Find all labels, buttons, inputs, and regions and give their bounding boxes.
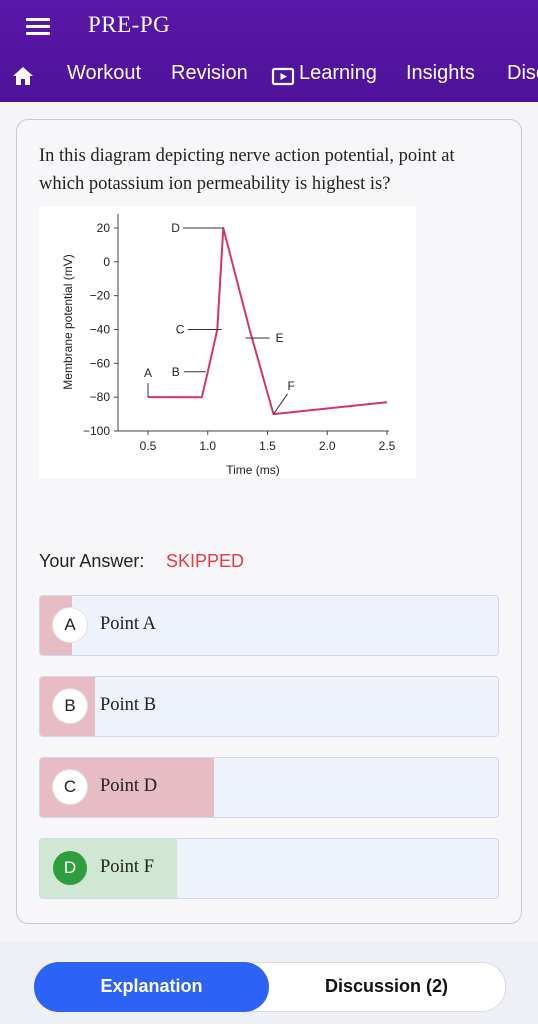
- y-tick-label: 20: [97, 221, 111, 235]
- y-tick-label: −60: [90, 356, 111, 370]
- point-b-label: B: [172, 365, 180, 379]
- nav-tabs: Workout Revision Learning Insights Disc: [0, 56, 538, 96]
- y-tick-label: −100: [83, 424, 110, 438]
- point-d-label: D: [171, 221, 180, 235]
- discussion-button[interactable]: Discussion (2): [269, 962, 504, 1010]
- point-f-leader: [273, 393, 288, 415]
- option-d[interactable]: D Point F: [39, 838, 499, 899]
- y-tick-label: −80: [90, 390, 111, 404]
- x-tick-label: 2.5: [379, 439, 396, 453]
- y-axis-label: Membrane potential (mV): [61, 254, 75, 389]
- your-answer-label: Your Answer:: [39, 551, 145, 571]
- explanation-button[interactable]: Explanation: [34, 962, 269, 1012]
- x-tick-label: 1.5: [259, 439, 276, 453]
- option-a-letter: A: [53, 608, 87, 642]
- play-box-icon: [271, 67, 295, 86]
- option-c-letter: C: [53, 770, 87, 804]
- option-d-letter: D: [53, 851, 87, 885]
- option-c[interactable]: C Point D: [39, 757, 499, 818]
- action-potential-curve: [147, 227, 388, 416]
- action-potential-chart: Membrane potential (mV) Time (ms) 20 0 −20…: [61, 214, 396, 477]
- x-tick-label: 2.0: [319, 439, 336, 453]
- point-c-label: C: [176, 323, 185, 337]
- home-icon[interactable]: [12, 66, 34, 86]
- option-a[interactable]: A Point A: [39, 595, 499, 656]
- option-b-text: Point B: [100, 695, 157, 715]
- y-tick-label: 0: [103, 255, 110, 269]
- app-bar: PRE-PG Workout Revision Learning Insight…: [0, 0, 538, 102]
- option-c-text: Point D: [100, 776, 158, 796]
- y-tick-label: −40: [90, 323, 111, 337]
- tab-workout[interactable]: Workout: [67, 62, 141, 85]
- app-title: PRE-PG: [88, 12, 171, 37]
- tab-learning[interactable]: Learning: [299, 62, 377, 85]
- x-axis-label: Time (ms): [226, 463, 280, 477]
- y-tick-label: −20: [90, 289, 111, 303]
- question-figure: Membrane potential (mV) Time (ms) 20 0 −20…: [39, 206, 416, 478]
- tab-revision[interactable]: Revision: [171, 62, 248, 85]
- option-d-text: Point F: [100, 857, 154, 877]
- option-a-text: Point A: [100, 614, 157, 634]
- your-answer-value: SKIPPED: [166, 551, 245, 571]
- option-b-letter: B: [53, 689, 87, 723]
- option-b[interactable]: B Point B: [39, 676, 499, 737]
- tab-discussion[interactable]: Disc: [507, 62, 538, 85]
- point-f-label: F: [287, 379, 294, 393]
- question-text: In this diagram depicting nerve action p…: [39, 146, 455, 194]
- hamburger-icon[interactable]: [26, 18, 50, 36]
- point-a-label: A: [144, 366, 152, 380]
- tab-insights[interactable]: Insights: [406, 62, 475, 85]
- point-e-label: E: [276, 331, 284, 345]
- x-tick-label: 0.5: [140, 439, 157, 453]
- x-tick-label: 1.0: [199, 439, 216, 453]
